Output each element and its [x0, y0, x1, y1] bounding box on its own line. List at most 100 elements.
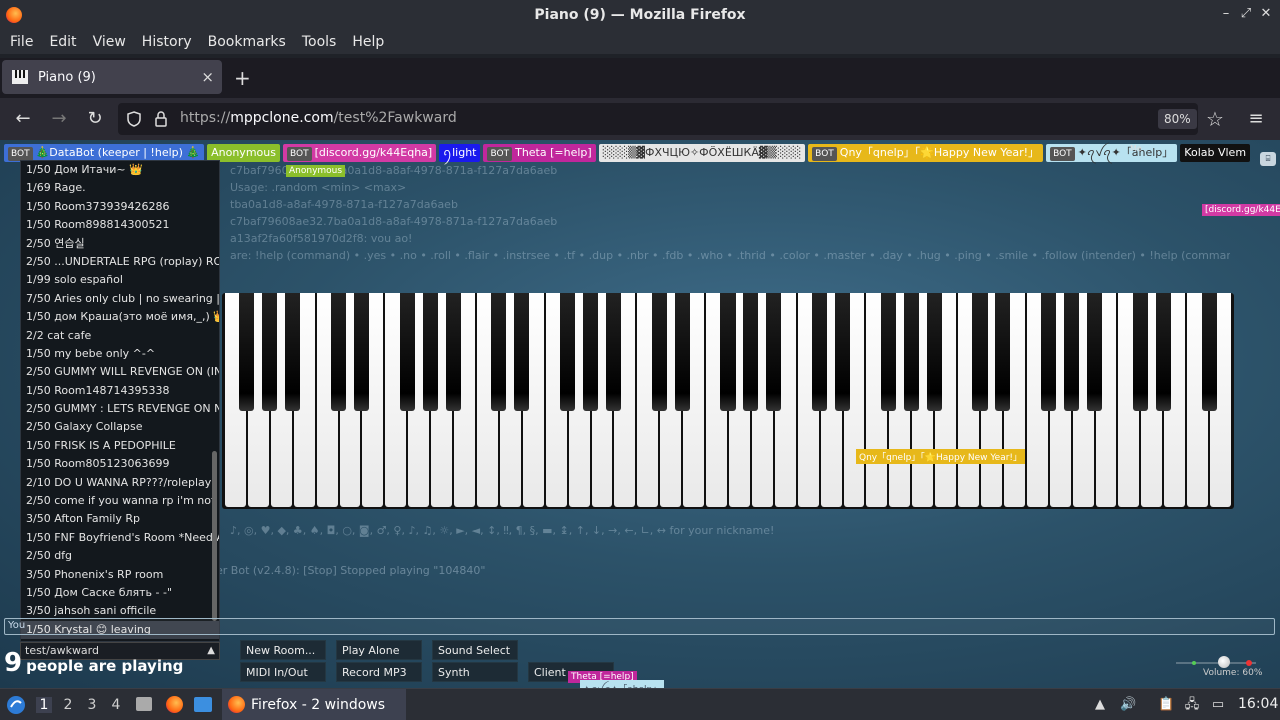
room-list-item[interactable]: 1/50 Room898814300521 — [21, 216, 219, 234]
volume-control[interactable]: Volume: 60% — [1176, 654, 1262, 684]
piano-black-key[interactable] — [605, 293, 621, 411]
taskbar-firefox-task[interactable]: Firefox - 2 windows — [222, 689, 406, 720]
file-manager-icon[interactable] — [194, 697, 212, 712]
piano-keyboard[interactable] — [222, 293, 1234, 509]
workspace-2[interactable]: 2 — [60, 697, 76, 713]
piano-black-key[interactable] — [399, 293, 415, 411]
piano-black-key[interactable] — [812, 293, 828, 411]
workspace-3[interactable]: 3 — [84, 697, 100, 713]
clipboard-tray-icon[interactable]: 📋 — [1158, 697, 1174, 713]
chat-input[interactable]: You — [4, 618, 1275, 635]
play-alone-button[interactable]: Play Alone — [336, 640, 422, 660]
zoom-level-badge[interactable]: 80% — [1158, 109, 1197, 129]
room-list-item[interactable]: 1/50 дом Краша(это моё имя,_,) 👑 — [21, 308, 219, 326]
menu-view[interactable]: View — [87, 34, 132, 50]
room-list-scrollbar[interactable] — [212, 451, 217, 621]
piano-black-key[interactable] — [262, 293, 278, 411]
room-list-item[interactable]: 1/50 Room148714395338 — [21, 382, 219, 400]
menu-edit[interactable]: Edit — [43, 34, 82, 50]
workspace-1[interactable]: 1 — [36, 697, 52, 713]
room-list-item[interactable]: 2/50 dfg — [21, 547, 219, 565]
piano-black-key[interactable] — [674, 293, 690, 411]
piano-black-key[interactable] — [1064, 293, 1080, 411]
piano-black-key[interactable] — [766, 293, 782, 411]
midi-button[interactable]: MIDI In/Out — [240, 662, 326, 682]
tab-piano[interactable]: Piano (9) × — [2, 60, 222, 94]
volume-tray-icon[interactable]: 🔊 — [1120, 697, 1136, 713]
user-tag[interactable]: ꪆlight — [439, 144, 481, 162]
piano-black-key[interactable] — [651, 293, 667, 411]
synth-button[interactable]: Synth — [432, 662, 518, 682]
room-list-item[interactable]: 2/50 연습실 — [21, 235, 219, 253]
piano-black-key[interactable] — [582, 293, 599, 411]
room-list-item[interactable]: 2/50 GUMMY WILL REVENGE ON (IN) N — [21, 363, 219, 381]
app-launcher-icon[interactable] — [6, 695, 26, 715]
piano-black-key[interactable] — [720, 293, 736, 411]
room-list[interactable]: 1/50 Дом Итачи~ 👑 1/69 Rage. 1/50 Room3739… — [20, 160, 220, 642]
room-list-item[interactable]: 2/50 come if you wanna rp i'm not afk — [21, 492, 219, 510]
volume-knob[interactable] — [1218, 656, 1230, 668]
shield-icon[interactable] — [126, 111, 142, 127]
piano-black-key[interactable] — [743, 293, 759, 411]
piano-black-key[interactable] — [926, 293, 942, 411]
room-list-item[interactable]: 1/99 solo español — [21, 271, 219, 289]
menu-help[interactable]: Help — [346, 34, 390, 50]
room-list-item[interactable]: 3/50 Phonenix's RP room — [21, 566, 219, 584]
room-list-item[interactable]: 2/50 Galaxy Collapse — [21, 418, 219, 436]
workspace-4[interactable]: 4 — [108, 697, 124, 713]
room-list-item[interactable]: 2/10 DO U WANNA RP???/roleplay — [21, 474, 219, 492]
maximize-button[interactable]: ⤢ — [1238, 6, 1254, 22]
piano-black-key[interactable] — [445, 293, 461, 411]
reload-icon[interactable]: ↻ — [84, 108, 106, 129]
piano-black-key[interactable] — [834, 293, 851, 411]
piano-black-key[interactable] — [1155, 293, 1171, 411]
new-tab-button[interactable]: + — [234, 66, 251, 90]
menu-tools[interactable]: Tools — [296, 34, 343, 50]
lock-icon[interactable] — [154, 111, 168, 127]
piano-black-key[interactable] — [422, 293, 438, 411]
piano-black-key[interactable] — [1041, 293, 1057, 411]
piano-black-key[interactable] — [903, 293, 919, 411]
piano-black-key[interactable] — [285, 293, 301, 411]
back-arrow-icon[interactable]: ← — [12, 108, 34, 129]
room-list-item[interactable]: 1/50 FNF Boyfriend's Room *Need A Fi — [21, 529, 219, 547]
piano-black-key[interactable] — [1201, 293, 1217, 411]
piano-black-key[interactable] — [330, 293, 347, 411]
room-list-item[interactable]: 2/50 GUMMY : LETS REVENGE ON NES — [21, 400, 219, 418]
hamburger-menu-icon[interactable]: ≡ — [1245, 108, 1267, 129]
url-text[interactable]: https://mppclone.com/test%2Fawkward — [180, 110, 457, 126]
piano-black-key[interactable] — [560, 293, 576, 411]
user-tag[interactable]: BOT Qny「qnelp」「🌟Happy New Year!」 — [808, 144, 1044, 162]
piano-black-key[interactable] — [353, 293, 369, 411]
menu-file[interactable]: File — [4, 34, 39, 50]
room-list-item[interactable]: 7/50 Aries only club | no swearing | Its — [21, 290, 219, 308]
room-list-item[interactable]: 1/69 Rage. — [21, 179, 219, 197]
minimize-button[interactable]: – — [1218, 6, 1234, 22]
dropdown-arrow-icon[interactable]: ▲ — [207, 643, 215, 659]
room-list-item[interactable]: 2/50 ...UNDERTALE RPG (roplay) ROOM — [21, 253, 219, 271]
room-list-item[interactable]: 1/50 Дом Итачи~ 👑 — [21, 161, 219, 179]
menu-history[interactable]: History — [136, 34, 198, 50]
room-list-item[interactable]: 1/50 Дом Саске блять - -" — [21, 584, 219, 602]
url-bar[interactable]: https://mppclone.com/test%2Fawkward 80% … — [118, 103, 1224, 135]
chat-toggle-icon[interactable]: ⌸ — [1260, 152, 1276, 166]
tray-expand-icon[interactable]: ▲ — [1092, 697, 1108, 713]
user-tag[interactable]: BOT ✦ꪖꪜꪖ✦「ahelp」 — [1046, 144, 1178, 162]
room-list-item[interactable]: 1/50 my bebe only ^-^ — [21, 345, 219, 363]
forward-arrow-icon[interactable]: → — [48, 108, 70, 129]
sound-select-button[interactable]: Sound Select — [432, 640, 518, 660]
screen-tray-icon[interactable]: ▭ — [1210, 697, 1226, 713]
record-mp3-button[interactable]: Record MP3 — [336, 662, 422, 682]
piano-black-key[interactable] — [1132, 293, 1148, 411]
show-desktop-icon[interactable] — [136, 697, 152, 711]
room-list-item[interactable]: 1/50 Room805123063699 — [21, 455, 219, 473]
firefox-launcher-icon[interactable] — [166, 696, 183, 713]
piano-black-key[interactable] — [1086, 293, 1103, 411]
close-window-button[interactable]: ✕ — [1258, 6, 1274, 22]
user-tag[interactable]: Kolab Vlem — [1180, 144, 1251, 162]
piano-black-key[interactable] — [491, 293, 507, 411]
user-tag[interactable]: BOT Theta [=help] — [483, 144, 596, 162]
user-tag[interactable]: BOT [discord.gg/k44Eqha] — [282, 144, 437, 162]
network-tray-icon[interactable]: 🖧 — [1184, 697, 1200, 713]
room-list-item[interactable]: 1/50 FRISK IS A PEDOPHILE — [21, 437, 219, 455]
